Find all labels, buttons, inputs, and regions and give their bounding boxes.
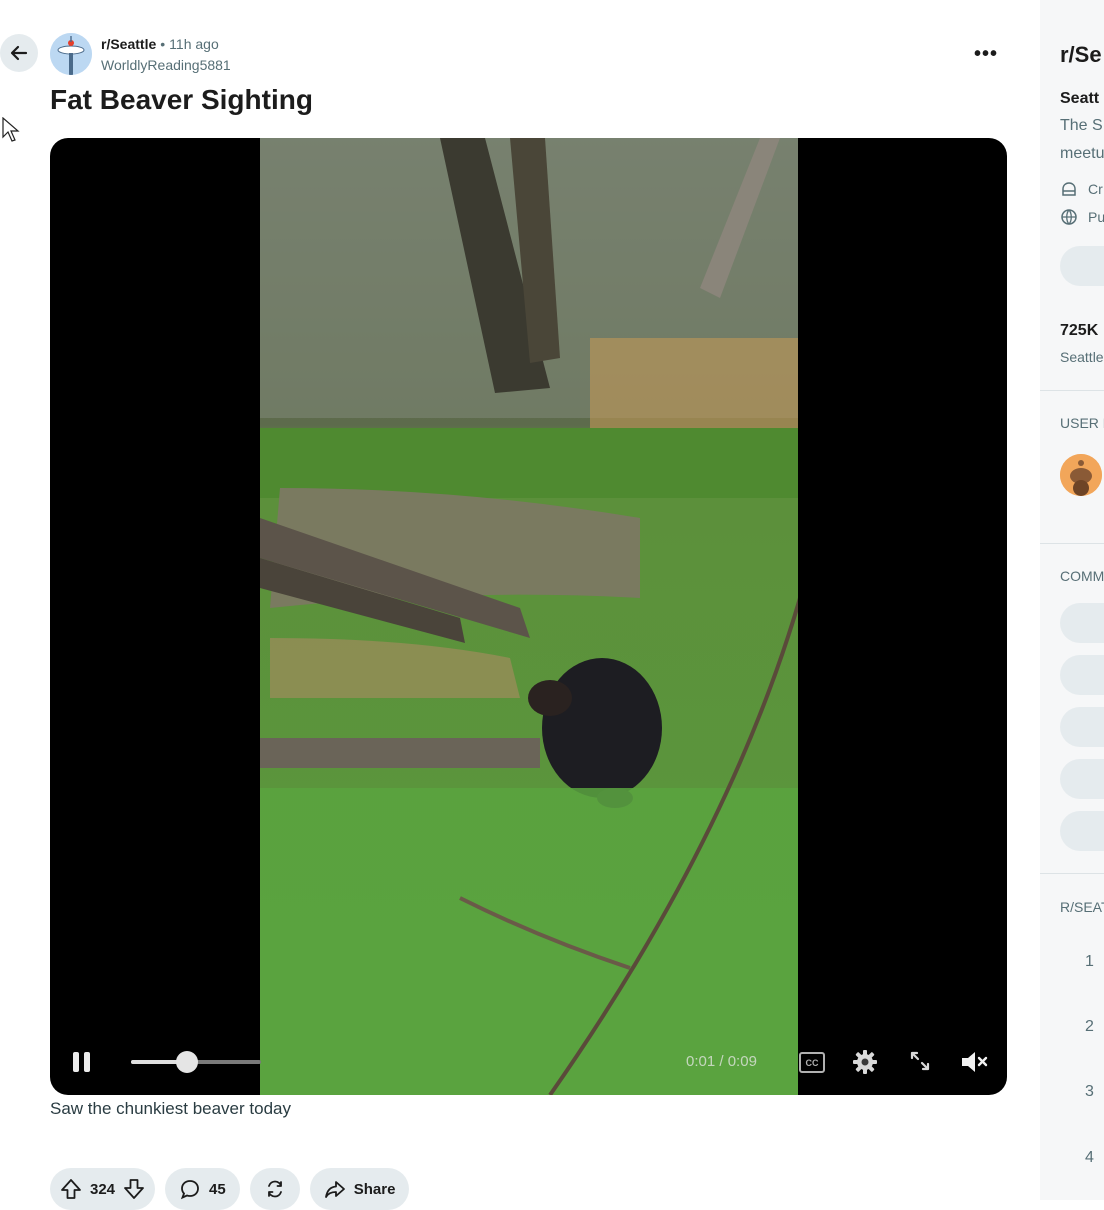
- join-button[interactable]: [1060, 246, 1104, 286]
- captions-button[interactable]: CC: [799, 1052, 825, 1073]
- rule-number: 2: [1085, 1018, 1094, 1035]
- comment-count: 45: [209, 1180, 226, 1198]
- share-button[interactable]: Share: [309, 1168, 410, 1210]
- rules-heading: R/SEAT: [1060, 899, 1104, 915]
- post-meta: r/Seattle • 11h ago: [101, 36, 219, 52]
- share-icon: [324, 1181, 345, 1198]
- gear-icon[interactable]: [852, 1049, 878, 1075]
- crosspost-icon: [267, 1180, 282, 1198]
- video-frame: [260, 138, 798, 1095]
- video-player[interactable]: [50, 138, 1007, 1095]
- sidebar-title[interactable]: r/Se: [1060, 42, 1102, 68]
- crosspost-button[interactable]: [249, 1168, 300, 1210]
- rule-number: 3: [1085, 1083, 1094, 1100]
- author-link[interactable]: WorldlyReading5881: [101, 57, 231, 73]
- community-link-placeholder[interactable]: [1060, 603, 1104, 643]
- seattle-needle-icon: [50, 33, 92, 75]
- post-body-text: Saw the chunkiest beaver today: [50, 1099, 291, 1118]
- community-link-placeholder[interactable]: [1060, 655, 1104, 695]
- vote-count: 324: [90, 1180, 116, 1198]
- vote-group: 324: [50, 1168, 156, 1210]
- pause-icon[interactable]: [70, 1050, 94, 1074]
- post-actions: 324 45 Share: [50, 1168, 410, 1210]
- sidebar-divider: [1040, 873, 1104, 874]
- current-time: 0:01: [686, 1053, 716, 1070]
- arrow-left-icon: [10, 45, 28, 61]
- downvote-icon[interactable]: [123, 1178, 145, 1200]
- back-button[interactable]: [0, 34, 38, 72]
- community-heading: COMM: [1060, 568, 1104, 584]
- user-flair-heading: USER F: [1060, 415, 1104, 431]
- more-options-button[interactable]: •••: [968, 40, 1004, 68]
- created-text: Cr: [1088, 181, 1103, 197]
- video-time: 0:01 / 0:09: [686, 1053, 757, 1070]
- community-description-line1: The S: [1060, 117, 1103, 134]
- community-link-placeholder[interactable]: [1060, 759, 1104, 799]
- subreddit-link[interactable]: r/Seattle: [101, 36, 156, 52]
- created-meta: Cr: [1060, 180, 1103, 198]
- cake-icon: [1062, 182, 1076, 196]
- duration: 0:09: [727, 1053, 757, 1070]
- sidebar-divider: [1040, 543, 1104, 544]
- mouse-cursor-icon: [2, 117, 20, 142]
- user-flair-avatar[interactable]: [1060, 454, 1102, 496]
- community-link-placeholder[interactable]: [1060, 811, 1104, 851]
- rule-number: 1: [1085, 953, 1094, 970]
- comment-icon: [180, 1180, 199, 1200]
- post-main: r/Seattle • 11h ago WorldlyReading5881 •…: [0, 0, 1040, 1210]
- visibility-meta: Pu: [1060, 208, 1104, 226]
- time-separator: /: [719, 1053, 724, 1070]
- seek-handle[interactable]: [176, 1051, 198, 1073]
- share-label: Share: [353, 1180, 396, 1198]
- members-count: 725K: [1060, 322, 1099, 339]
- community-name: Seatt: [1060, 90, 1100, 107]
- members-label: Seattle: [1060, 349, 1104, 365]
- visibility-text: Pu: [1088, 209, 1104, 225]
- fullscreen-icon[interactable]: [908, 1049, 932, 1073]
- post-time: 11h ago: [169, 36, 219, 52]
- community-link-placeholder[interactable]: [1060, 707, 1104, 747]
- globe-icon: [1061, 209, 1077, 225]
- community-description-line2: meetu: [1060, 145, 1104, 162]
- meta-separator: •: [160, 36, 166, 52]
- community-sidebar: r/Se Seatt The S meetu Cr Pu 725K Seattl…: [1040, 0, 1104, 1200]
- comments-button[interactable]: 45: [165, 1168, 240, 1210]
- subreddit-avatar[interactable]: [50, 33, 92, 75]
- upvote-icon[interactable]: [60, 1178, 82, 1200]
- post-title: Fat Beaver Sighting: [50, 84, 313, 115]
- sidebar-divider: [1040, 390, 1104, 391]
- snoo-avatar-icon: [1060, 454, 1102, 496]
- rule-number: 4: [1085, 1149, 1094, 1166]
- volume-muted-icon[interactable]: [960, 1049, 990, 1075]
